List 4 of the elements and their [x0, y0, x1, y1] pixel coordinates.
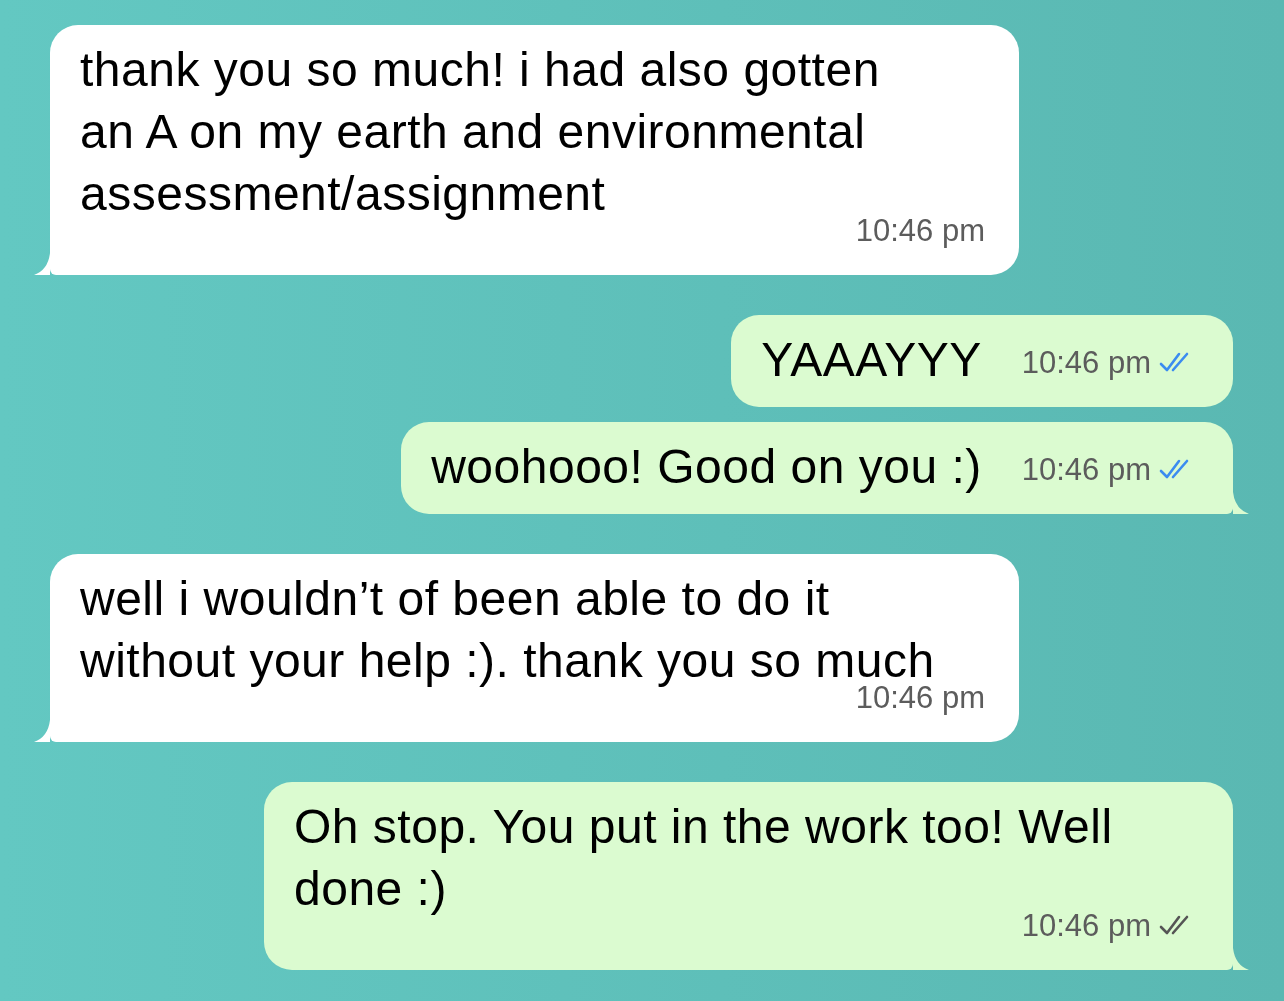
message-text: YAAAYYY: [761, 332, 982, 388]
message-time: 10:46 pm: [1021, 451, 1151, 489]
message-text: woohooo! Good on you :): [431, 439, 982, 495]
message-time: 10:46 pm: [1021, 344, 1151, 382]
